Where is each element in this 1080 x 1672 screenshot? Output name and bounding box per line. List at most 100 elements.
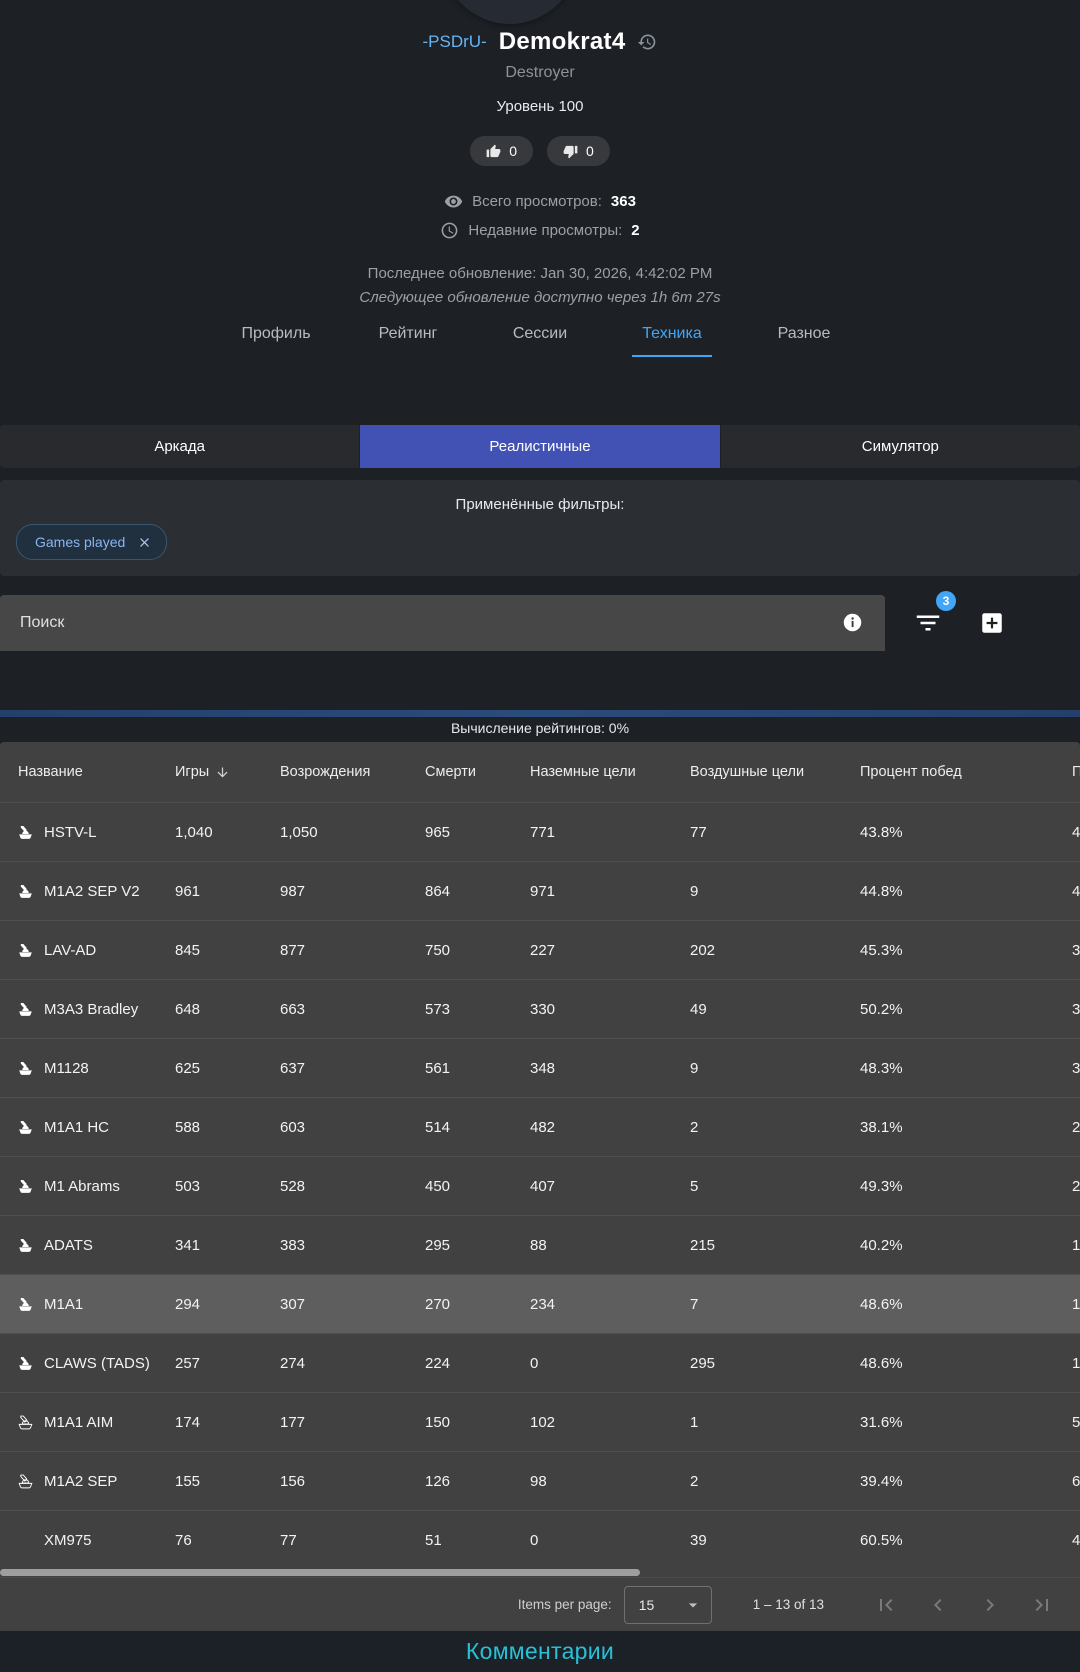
add-filter-button[interactable] bbox=[979, 610, 1005, 636]
tab-rating[interactable]: Рейтинг bbox=[342, 325, 474, 361]
cell-ground: 0 bbox=[530, 1532, 690, 1549]
table-row[interactable]: M1A2 SEP V2961987864971944.8%4 bbox=[0, 861, 1080, 920]
cell-winrate: 44.8% bbox=[860, 883, 1072, 900]
scrollbar-thumb[interactable] bbox=[0, 1569, 640, 1576]
cell-spawns: 77 bbox=[280, 1532, 425, 1549]
cell-next: 2 bbox=[1072, 1178, 1080, 1195]
cell-deaths: 224 bbox=[425, 1355, 530, 1372]
cell-deaths: 150 bbox=[425, 1414, 530, 1431]
tab-profile[interactable]: Профиль bbox=[210, 325, 342, 361]
cell-air: 5 bbox=[690, 1178, 860, 1195]
filter-chip[interactable]: Games played bbox=[16, 524, 167, 560]
column-header-winrate[interactable]: Процент побед bbox=[860, 764, 1072, 780]
cell-next: 4 bbox=[1072, 1532, 1080, 1549]
column-header-ground[interactable]: Наземные цели bbox=[530, 764, 690, 780]
table-row[interactable]: M1A1 AIM174177150102131.6%5 bbox=[0, 1392, 1080, 1451]
column-header-label: Воздушные цели bbox=[690, 764, 804, 780]
applied-filters-panel: Применённые фильтры: Games played bbox=[0, 480, 1080, 576]
cell-ground: 971 bbox=[530, 883, 690, 900]
table-row[interactable]: XM97576775103960.5%4 bbox=[0, 1510, 1080, 1569]
table-row[interactable]: M1A1 HC588603514482238.1%2 bbox=[0, 1097, 1080, 1156]
profile-header: -PSDrU- Demokrat4 Destroyer Уровень 100 … bbox=[0, 0, 1080, 361]
items-per-page-value: 15 bbox=[639, 1597, 655, 1613]
cell-name: M1128 bbox=[0, 1060, 175, 1077]
cell-next: 4 bbox=[1072, 824, 1080, 841]
dislike-count: 0 bbox=[586, 143, 594, 159]
filter-button[interactable]: 3 bbox=[913, 608, 943, 638]
column-header-air[interactable]: Воздушные цели bbox=[690, 764, 860, 780]
cell-winrate: 48.6% bbox=[860, 1296, 1072, 1313]
vehicle-name: LAV-AD bbox=[44, 942, 96, 959]
tank-premium-icon bbox=[18, 1474, 33, 1489]
cell-spawns: 528 bbox=[280, 1178, 425, 1195]
cell-winrate: 48.3% bbox=[860, 1060, 1072, 1077]
tab-misc[interactable]: Разное bbox=[738, 325, 870, 361]
cell-air: 7 bbox=[690, 1296, 860, 1313]
cell-name: M1A2 SEP V2 bbox=[0, 883, 175, 900]
cell-name: CLAWS (TADS) bbox=[0, 1355, 175, 1372]
close-icon[interactable] bbox=[137, 535, 152, 550]
info-icon[interactable] bbox=[842, 612, 863, 633]
cell-deaths: 573 bbox=[425, 1001, 530, 1018]
game-mode-switcher: АркадаРеалистичныеСимулятор bbox=[0, 425, 1080, 468]
mode-realistic[interactable]: Реалистичные bbox=[360, 425, 719, 468]
dislike-button[interactable]: 0 bbox=[547, 136, 610, 166]
cell-air: 39 bbox=[690, 1532, 860, 1549]
table-row[interactable]: M1128625637561348948.3%3 bbox=[0, 1038, 1080, 1097]
table-row[interactable]: M1 Abrams503528450407549.3%2 bbox=[0, 1156, 1080, 1215]
column-header-spawns[interactable]: Возрождения bbox=[280, 764, 425, 780]
sort-desc-icon[interactable] bbox=[215, 765, 230, 780]
tank-icon bbox=[18, 1002, 33, 1017]
horizontal-scrollbar[interactable] bbox=[0, 1569, 1080, 1577]
column-header-next[interactable]: П bbox=[1072, 764, 1080, 780]
prev-page-button[interactable] bbox=[926, 1593, 950, 1617]
vehicles-table: НазваниеИгрыВозрожденияСмертиНаземные це… bbox=[0, 742, 1080, 1631]
table-row[interactable]: M1A1294307270234748.6%1 bbox=[0, 1274, 1080, 1333]
column-header-games[interactable]: Игры bbox=[175, 764, 280, 780]
cell-next: 3 bbox=[1072, 1001, 1080, 1018]
cell-next: 1 bbox=[1072, 1296, 1080, 1313]
cell-spawns: 274 bbox=[280, 1355, 425, 1372]
like-count: 0 bbox=[509, 143, 517, 159]
cell-deaths: 295 bbox=[425, 1237, 530, 1254]
like-button[interactable]: 0 bbox=[470, 136, 533, 166]
table-row[interactable]: HSTV-L1,0401,0509657717743.8%4 bbox=[0, 802, 1080, 861]
mode-simulator[interactable]: Симулятор bbox=[721, 425, 1080, 468]
cell-name: ADATS bbox=[0, 1237, 175, 1254]
next-update-text: Следующее обновление доступно через 1h 6… bbox=[0, 289, 1080, 307]
history-icon[interactable] bbox=[637, 32, 657, 52]
table-row[interactable]: LAV-AD84587775022720245.3%3 bbox=[0, 920, 1080, 979]
table-row[interactable]: ADATS3413832958821540.2%1 bbox=[0, 1215, 1080, 1274]
next-page-button[interactable] bbox=[978, 1593, 1002, 1617]
column-header-name[interactable]: Название bbox=[0, 764, 175, 780]
table-row[interactable]: M3A3 Bradley6486635733304950.2%3 bbox=[0, 979, 1080, 1038]
items-per-page-select[interactable]: 15 bbox=[624, 1586, 712, 1624]
mode-arcade[interactable]: Аркада bbox=[0, 425, 359, 468]
clan-tag[interactable]: -PSDrU- bbox=[423, 32, 487, 52]
page-range-label: 1 – 13 of 13 bbox=[753, 1597, 824, 1612]
tank-icon bbox=[18, 943, 33, 958]
cell-games: 76 bbox=[175, 1532, 280, 1549]
tab-sessions[interactable]: Сессии bbox=[474, 325, 606, 361]
search-toolbar: Поиск 3 bbox=[0, 595, 1080, 651]
column-header-deaths[interactable]: Смерти bbox=[425, 764, 530, 780]
cell-spawns: 177 bbox=[280, 1414, 425, 1431]
filter-chip-label: Games played bbox=[35, 534, 125, 550]
vehicle-name: M1A1 bbox=[44, 1296, 83, 1313]
cell-next: 5 bbox=[1072, 1414, 1080, 1431]
tab-vehicles[interactable]: Техника bbox=[606, 325, 738, 361]
cell-name: M1A1 AIM bbox=[0, 1414, 175, 1431]
rating-progress-label: Вычисление рейтингов: 0% bbox=[0, 720, 1080, 738]
table-row[interactable]: CLAWS (TADS)257274224029548.6%1 bbox=[0, 1333, 1080, 1392]
cell-games: 845 bbox=[175, 942, 280, 959]
table-row[interactable]: M1A2 SEP15515612698239.4%6 bbox=[0, 1451, 1080, 1510]
search-input[interactable]: Поиск bbox=[0, 595, 885, 651]
tank-icon bbox=[18, 1297, 33, 1312]
vehicle-name: M1A2 SEP V2 bbox=[44, 883, 140, 900]
cell-winrate: 40.2% bbox=[860, 1237, 1072, 1254]
cell-games: 257 bbox=[175, 1355, 280, 1372]
cell-next: 3 bbox=[1072, 1060, 1080, 1077]
cell-name: M3A3 Bradley bbox=[0, 1001, 175, 1018]
first-page-button[interactable] bbox=[874, 1593, 898, 1617]
last-page-button[interactable] bbox=[1030, 1593, 1054, 1617]
